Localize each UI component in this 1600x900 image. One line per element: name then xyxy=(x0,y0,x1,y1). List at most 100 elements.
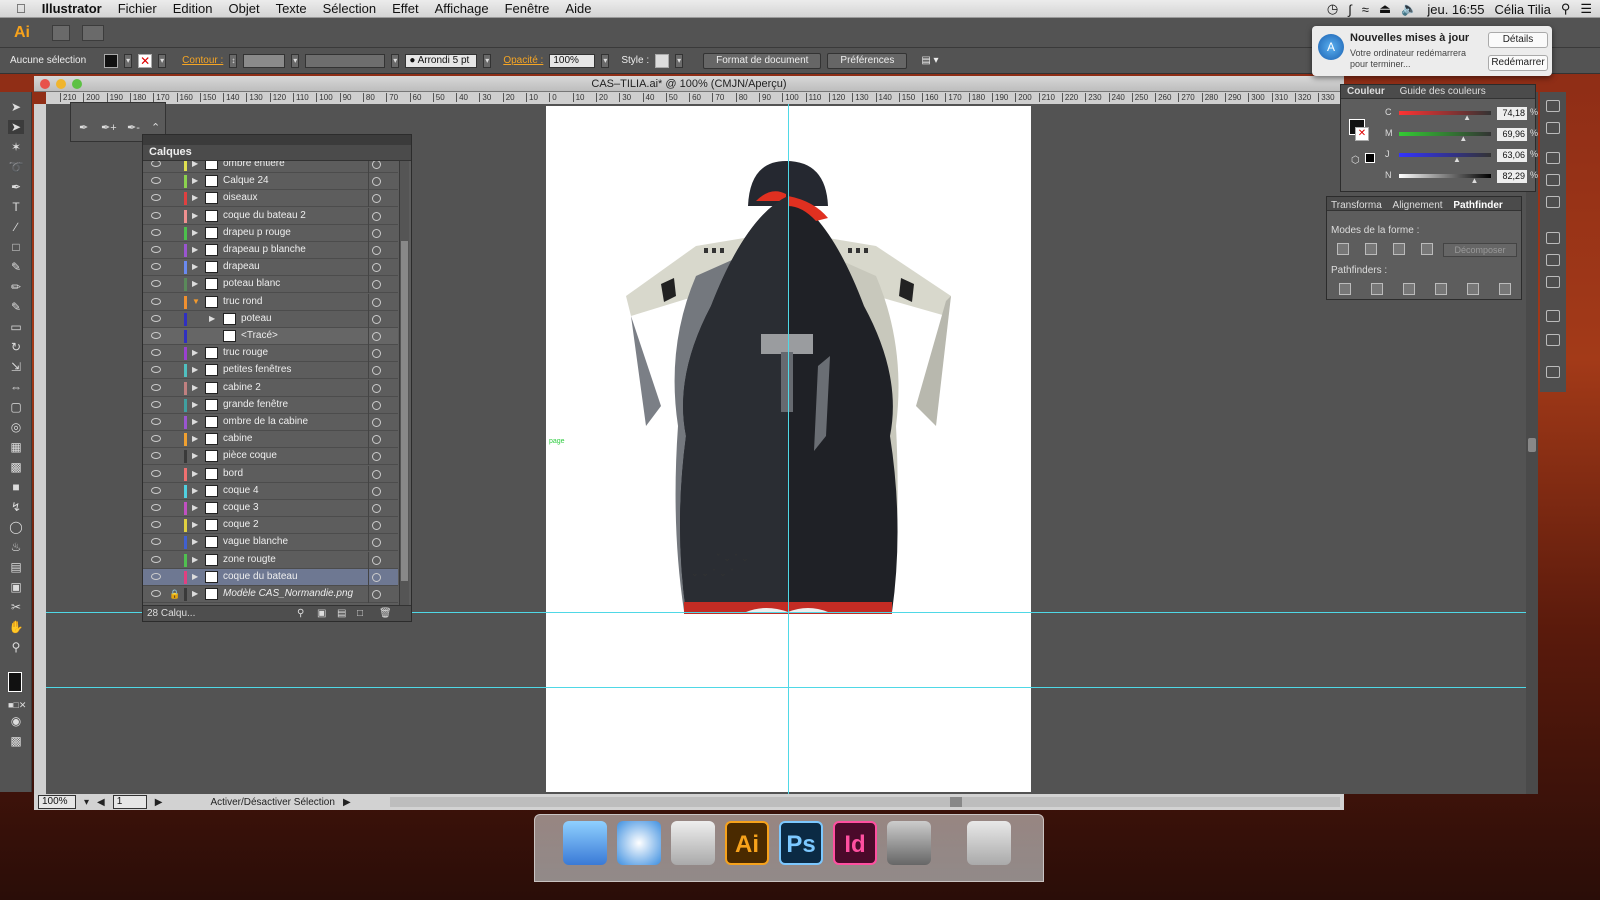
layer-name[interactable]: Modèle CAS_Normandie.png xyxy=(223,586,353,602)
stroke-weight-stepper[interactable]: ↕ xyxy=(229,53,238,68)
exclude-icon[interactable] xyxy=(1421,243,1433,255)
expand-down-icon[interactable]: ▼ xyxy=(192,294,200,310)
layer-row[interactable]: ▶ Calque 24 xyxy=(143,173,398,191)
restart-button[interactable]: Redémarrer xyxy=(1488,55,1548,71)
target-circle-icon[interactable] xyxy=(372,194,381,204)
slider-handle-icon[interactable]: ▲ xyxy=(1453,155,1461,164)
dock-safari-icon[interactable] xyxy=(617,821,661,865)
type-tool-icon[interactable]: T xyxy=(8,200,24,214)
visibility-eye-icon[interactable] xyxy=(151,228,161,236)
visibility-eye-icon[interactable] xyxy=(151,590,161,597)
visibility-eye-icon[interactable] xyxy=(151,400,161,408)
channel-value[interactable]: 82,29 xyxy=(1497,170,1527,183)
target-circle-icon[interactable] xyxy=(372,538,381,548)
target-circle-icon[interactable] xyxy=(372,521,381,531)
expand-arrow-icon[interactable]: ▶ xyxy=(192,552,198,568)
layer-name[interactable]: cabine 2 xyxy=(223,380,261,396)
target-circle-icon[interactable] xyxy=(372,228,381,238)
stroke-panel-icon[interactable] xyxy=(1546,232,1560,244)
scale-tool-icon[interactable]: ⇲ xyxy=(8,360,24,374)
prev-artboard-icon[interactable]: ◀ xyxy=(97,797,105,808)
layer-row[interactable]: ▶ coque 2 xyxy=(143,517,398,535)
symbols-icon[interactable] xyxy=(1546,196,1560,208)
new-sublayer-icon[interactable]: ▤ xyxy=(337,606,346,621)
graphic-styles-icon[interactable] xyxy=(1546,122,1560,134)
user-name[interactable]: Célia Tilia xyxy=(1494,2,1550,17)
visibility-eye-icon[interactable] xyxy=(151,263,161,271)
visibility-eye-icon[interactable] xyxy=(151,452,161,460)
unite-icon[interactable] xyxy=(1337,243,1349,255)
layer-name[interactable]: truc rouge xyxy=(223,345,268,361)
brush-field[interactable]: ● Arrondi 5 pt xyxy=(405,53,478,68)
channel-value[interactable]: 69,96 xyxy=(1497,128,1527,141)
expand-arrow-icon[interactable]: ▶ xyxy=(192,569,198,585)
expand-button[interactable]: Décomposer xyxy=(1443,243,1517,257)
apple-icon[interactable]:  xyxy=(8,1,34,16)
expand-arrow-icon[interactable]: ▶ xyxy=(192,208,198,224)
vertical-guide[interactable] xyxy=(788,104,789,794)
expand-arrow-icon[interactable]: ▶ xyxy=(192,225,198,241)
layer-name[interactable]: Calque 24 xyxy=(223,173,269,189)
target-circle-icon[interactable] xyxy=(372,572,381,582)
menu-texte[interactable]: Texte xyxy=(268,1,315,16)
channel-value[interactable]: 74,18 xyxy=(1497,107,1527,120)
visibility-eye-icon[interactable] xyxy=(151,521,161,529)
target-circle-icon[interactable] xyxy=(372,211,381,221)
layer-name[interactable]: zone rougte xyxy=(223,552,276,568)
trim-icon[interactable] xyxy=(1371,283,1383,295)
fill-dropdown[interactable]: ▾ xyxy=(124,53,133,68)
layer-name[interactable]: coque 3 xyxy=(223,500,259,516)
layer-row[interactable]: ▶ drapeu p rouge xyxy=(143,224,398,242)
layers-panel-header[interactable] xyxy=(143,135,411,145)
layer-row[interactable]: ▶ cabine 2 xyxy=(143,379,398,397)
target-circle-icon[interactable] xyxy=(372,263,381,273)
visibility-eye-icon[interactable] xyxy=(151,486,161,494)
layer-name[interactable]: poteau blanc xyxy=(223,276,280,292)
expand-arrow-icon[interactable]: ▶ xyxy=(192,380,198,396)
rotate-tool-icon[interactable]: ↻ xyxy=(8,340,24,354)
target-circle-icon[interactable] xyxy=(372,400,381,410)
dock-pr-f-rences-syst-me-icon[interactable] xyxy=(887,821,931,865)
target-circle-icon[interactable] xyxy=(372,332,381,341)
tab-layers[interactable]: Calques xyxy=(143,145,411,161)
layer-row[interactable]: <Tracé> xyxy=(143,328,398,345)
target-circle-icon[interactable] xyxy=(372,161,381,169)
lasso-icon[interactable]: ➰ xyxy=(8,160,24,174)
pencil-icon[interactable]: ✏ xyxy=(8,280,24,294)
zoom-dropdown-icon[interactable]: ▾ xyxy=(84,797,89,808)
gradient-panel-icon[interactable] xyxy=(1546,254,1560,266)
status-menu-icon[interactable]: ▶ xyxy=(343,797,351,808)
visibility-eye-icon[interactable] xyxy=(151,246,161,253)
layer-name[interactable]: poteau xyxy=(241,311,272,327)
delete-layer-icon[interactable]: 🗑 xyxy=(379,606,392,621)
channel-bar[interactable] xyxy=(1399,132,1491,136)
color-panel-icon[interactable] xyxy=(1546,310,1560,322)
arrange-documents-button[interactable] xyxy=(82,24,104,41)
stroke-weight-field[interactable] xyxy=(243,53,286,68)
expand-arrow-icon[interactable]: ▶ xyxy=(192,431,198,447)
visibility-eye-icon[interactable] xyxy=(151,538,161,546)
expand-arrow-icon[interactable]: ▶ xyxy=(192,586,198,602)
expand-arrow-icon[interactable]: ▶ xyxy=(192,276,198,292)
visibility-eye-icon[interactable] xyxy=(151,572,161,580)
clock[interactable]: jeu. 16:55 xyxy=(1427,2,1484,17)
add-anchor-icon[interactable]: ✒+ xyxy=(101,121,117,134)
target-circle-icon[interactable] xyxy=(372,504,381,513)
notification-center-icon[interactable]: ☰ xyxy=(1580,1,1592,17)
gradient-tool-icon[interactable]: ■ xyxy=(8,480,24,494)
expand-arrow-icon[interactable]: ▶ xyxy=(192,534,198,550)
paintbrush-icon[interactable]: ✎ xyxy=(8,260,24,274)
expand-arrow-icon[interactable]: ▶ xyxy=(192,397,198,413)
stroke-dropdown[interactable]: ▾ xyxy=(158,53,167,68)
scroll-thumb[interactable] xyxy=(1528,438,1536,452)
visibility-eye-icon[interactable] xyxy=(151,297,161,305)
target-circle-icon[interactable] xyxy=(372,297,381,307)
mesh-tool-icon[interactable]: ▩ xyxy=(8,460,24,474)
dock-indesign-icon[interactable]: Id xyxy=(833,821,877,865)
menu-affichage[interactable]: Affichage xyxy=(427,1,497,16)
target-circle-icon[interactable] xyxy=(372,486,381,496)
appearance-panel-icon[interactable] xyxy=(1546,100,1560,112)
clipping-mask-icon[interactable]: ▣ xyxy=(317,606,326,621)
visibility-eye-icon[interactable] xyxy=(151,383,161,391)
rectangle-tool-icon[interactable]: □ xyxy=(8,240,24,254)
